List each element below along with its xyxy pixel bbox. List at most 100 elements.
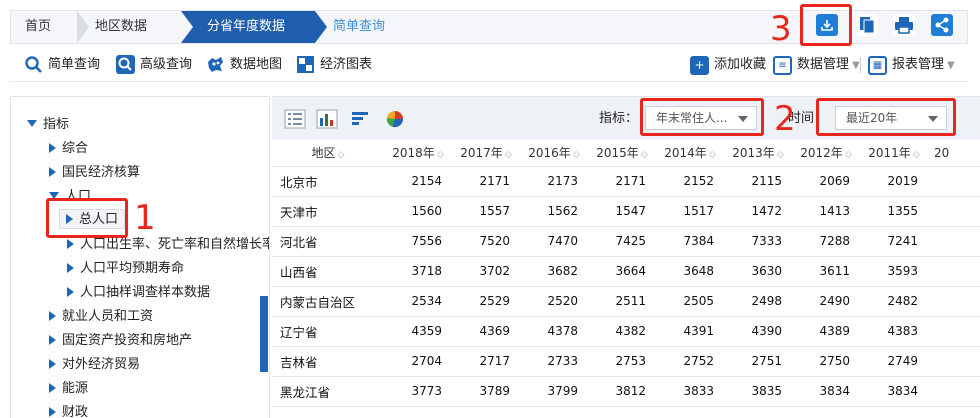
sort-icon: ◇ <box>640 150 648 161</box>
table-row: 吉林省 2704 2717 2733 2753 2752 2751 2750 2749 <box>272 346 980 377</box>
copy-button[interactable] <box>856 14 878 36</box>
share-button[interactable] <box>931 14 953 36</box>
column-header-year[interactable]: 2018年 ◇ <box>384 140 452 167</box>
search-icon <box>24 55 43 74</box>
tree-node-label: 对外经济贸易 <box>62 357 141 372</box>
value-cell: 3834 <box>792 376 860 407</box>
value-cell: 2717 <box>452 346 520 377</box>
value-cell: 3812 <box>588 376 656 407</box>
value-cell: 2019 <box>860 166 928 197</box>
column-header-year[interactable]: 2015年 ◇ <box>588 140 656 167</box>
value-cell-clipped <box>928 316 980 347</box>
pie-chart-icon[interactable] <box>384 109 406 129</box>
table-body: 北京市 2154 2171 2173 2171 2152 2115 2069 2019 天津市 15… <box>272 166 980 407</box>
tree-item-national-accounts[interactable]: 国民经济核算 <box>49 163 140 183</box>
value-cell: 1562 <box>520 196 588 227</box>
data-manage-menu[interactable]: ≡ 数据管理 ▼ <box>773 54 860 76</box>
column-header-year[interactable]: 2011年 ◇ <box>860 140 928 167</box>
tree-root-indicators[interactable]: 指标 <box>27 115 69 135</box>
breadcrumb-simple-query[interactable]: 简单查询 <box>333 11 385 43</box>
value-cell-clipped <box>928 346 980 377</box>
tree-item-employment-wages[interactable]: 就业人员和工资 <box>49 307 153 327</box>
value-cell: 2498 <box>724 286 792 317</box>
annotation-box-total-population <box>46 198 128 238</box>
column-header-year[interactable]: 2013年 ◇ <box>724 140 792 167</box>
value-cell: 4391 <box>656 316 724 347</box>
value-cell: 7288 <box>792 226 860 257</box>
value-cell: 7470 <box>520 226 588 257</box>
column-header-label: 2017年 <box>460 146 503 161</box>
value-cell: 2511 <box>588 286 656 317</box>
simple-query-button[interactable]: 简单查询 <box>24 54 100 76</box>
value-cell: 2152 <box>656 166 724 197</box>
value-cell: 3664 <box>588 256 656 287</box>
bar-chart-icon[interactable] <box>316 109 338 129</box>
data-map-button[interactable]: 数据地图 <box>206 54 282 76</box>
value-cell: 1547 <box>588 196 656 227</box>
indicator-filter-label: 指标： <box>599 111 639 126</box>
breadcrumb-separator <box>77 11 89 43</box>
tree-node-label: 能源 <box>62 381 89 396</box>
tree-item-foreign-trade[interactable]: 对外经济贸易 <box>49 355 140 375</box>
table-icon: ▦ <box>868 56 887 75</box>
column-header-year[interactable]: 20 <box>928 140 980 167</box>
value-cell: 1472 <box>724 196 792 227</box>
region-cell: 北京市 <box>272 166 384 197</box>
value-cell: 3833 <box>656 376 724 407</box>
simple-query-label: 简单查询 <box>48 57 101 72</box>
tree-item-life-expectancy[interactable]: 人口平均预期寿命 <box>67 259 184 279</box>
value-cell: 2171 <box>452 166 520 197</box>
horizontal-bar-icon[interactable] <box>350 109 372 129</box>
breadcrumb-home[interactable]: 首页 <box>25 11 51 43</box>
tree-item-fixed-asset-investment[interactable]: 固定资产投资和房地产 <box>49 331 192 351</box>
tree-item-energy[interactable]: 能源 <box>49 379 88 399</box>
value-cell: 1413 <box>792 196 860 227</box>
sort-icon: ◇ <box>504 150 512 161</box>
economic-chart-button[interactable]: 经济图表 <box>296 54 372 76</box>
value-cell: 4389 <box>792 316 860 347</box>
print-button[interactable] <box>893 14 915 36</box>
breadcrumb-current[interactable]: 分省年度数据 <box>181 11 327 43</box>
table-row: 山西省 3718 3702 3682 3664 3648 3630 3611 3593 <box>272 256 980 287</box>
chart-grid-icon <box>296 55 315 74</box>
breadcrumb-region-data[interactable]: 地区数据 <box>95 11 147 43</box>
tree-item-birth-death-rate[interactable]: 人口出生率、死亡率和自然增长率 <box>67 235 269 255</box>
advanced-query-button[interactable]: 高级查询 <box>116 54 192 76</box>
value-cell: 2534 <box>384 286 452 317</box>
tree-item-sample-survey[interactable]: 人口抽样调查样本数据 <box>67 283 210 303</box>
tree-item-general[interactable]: 综合 <box>49 139 88 159</box>
caret-right-icon <box>49 383 56 393</box>
sort-icon: ◇ <box>572 150 580 161</box>
table-view-icon[interactable] <box>284 109 306 129</box>
value-cell: 2115 <box>724 166 792 197</box>
column-header-year[interactable]: 2012年 ◇ <box>792 140 860 167</box>
column-header-label: 2018年 <box>392 146 435 161</box>
tree-item-finance[interactable]: 财政 <box>49 403 88 418</box>
value-cell: 2752 <box>656 346 724 377</box>
add-favorite-button[interactable]: + 添加收藏 <box>690 54 766 76</box>
table-row: 黑龙江省 3773 3789 3799 3812 3833 3835 3834 3834 <box>272 376 980 407</box>
value-cell-clipped <box>928 226 980 257</box>
value-cell: 7425 <box>588 226 656 257</box>
economic-chart-label: 经济图表 <box>320 57 373 72</box>
column-header-region[interactable]: 地区 ◇ <box>272 140 384 167</box>
report-manage-menu[interactable]: ▦ 报表管理 ▼ <box>868 54 955 76</box>
table-row: 内蒙古自治区 2534 2529 2520 2511 2505 2498 2490 2482 <box>272 286 980 317</box>
breadcrumb-current-label: 分省年度数据 <box>207 19 286 34</box>
column-header-year[interactable]: 2014年 ◇ <box>656 140 724 167</box>
column-header-year[interactable]: 2017年 ◇ <box>452 140 520 167</box>
toolbar-divider <box>860 57 861 73</box>
region-cell: 辽宁省 <box>272 316 384 347</box>
tree-scrollbar-thumb[interactable] <box>260 296 268 372</box>
sort-icon: ◇ <box>436 150 444 161</box>
tree-node-label: 国民经济核算 <box>62 165 141 180</box>
value-cell: 2529 <box>452 286 520 317</box>
download-button[interactable] <box>816 14 838 36</box>
advanced-query-label: 高级查询 <box>140 57 193 72</box>
value-cell: 7333 <box>724 226 792 257</box>
column-header-label: 地区 <box>311 146 336 161</box>
column-header-label: 2015年 <box>596 146 639 161</box>
column-header-year[interactable]: 2016年 ◇ <box>520 140 588 167</box>
caret-down-icon <box>27 120 37 127</box>
sort-icon: ◇ <box>844 150 852 161</box>
